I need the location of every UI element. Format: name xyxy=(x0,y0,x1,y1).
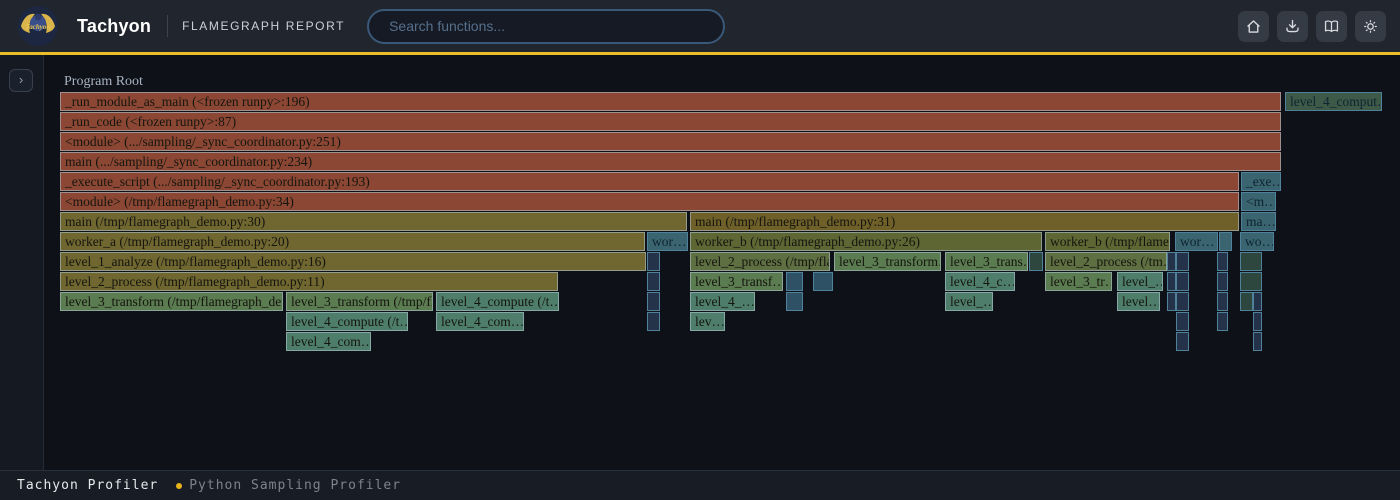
flame-bar[interactable] xyxy=(1167,272,1176,291)
flame-bar[interactable] xyxy=(1029,252,1043,271)
flame-bar[interactable]: level_4_com… xyxy=(436,312,524,331)
flame-bar[interactable] xyxy=(813,272,833,291)
flamegraph: _run_module_as_main (<frozen runpy>:196)… xyxy=(0,92,1400,362)
flame-bar[interactable]: <m… xyxy=(1241,192,1276,211)
flame-bar[interactable]: lev… xyxy=(690,312,725,331)
flame-bar[interactable] xyxy=(1253,292,1262,311)
status-bar: Tachyon Profiler Python Sampling Profile… xyxy=(0,470,1400,500)
flame-bar[interactable]: level_4_com… xyxy=(286,332,371,351)
header-divider xyxy=(167,15,168,37)
search-container xyxy=(367,9,725,44)
flame-bar[interactable]: worker_b (/tmp/flame… xyxy=(1045,232,1170,251)
flame-bar[interactable]: level_2_process (/tmp/fla… xyxy=(690,252,830,271)
report-type-label: FLAMEGRAPH REPORT xyxy=(182,19,345,33)
book-icon xyxy=(1323,18,1340,35)
docs-button[interactable] xyxy=(1316,11,1347,42)
flame-bar[interactable]: main (/tmp/flamegraph_demo.py:30) xyxy=(60,212,687,231)
flame-bar[interactable]: level_3_tr… xyxy=(1045,272,1112,291)
flame-bar[interactable] xyxy=(1167,252,1176,271)
svg-text:Tachyon: Tachyon xyxy=(26,23,51,31)
flame-bar[interactable]: level_4_c… xyxy=(945,272,1015,291)
flame-root-frame[interactable]: Program Root xyxy=(64,74,143,90)
flame-bar[interactable]: wor… xyxy=(647,232,688,251)
flame-bar[interactable]: level_4_… xyxy=(690,292,755,311)
flame-bar[interactable] xyxy=(1176,332,1189,351)
flame-bar[interactable] xyxy=(1240,252,1262,271)
flame-bar[interactable]: level… xyxy=(1117,292,1160,311)
flame-bar[interactable] xyxy=(786,272,803,291)
flame-bar[interactable] xyxy=(1176,252,1189,271)
flame-bar[interactable] xyxy=(647,252,660,271)
flame-bar[interactable]: level_4_compute (/t… xyxy=(436,292,559,311)
flame-bar[interactable]: level_3_trans… xyxy=(945,252,1028,271)
flame-bar[interactable]: worker_a (/tmp/flamegraph_demo.py:20) xyxy=(60,232,645,251)
download-icon xyxy=(1284,18,1301,35)
flame-bar[interactable]: worker_b (/tmp/flamegraph_demo.py:26) xyxy=(690,232,1042,251)
flame-bar[interactable]: level_3_transform… xyxy=(834,252,941,271)
flame-bar[interactable]: wo… xyxy=(1240,232,1274,251)
flame-bar[interactable] xyxy=(1167,292,1176,311)
toolbar xyxy=(1238,11,1386,42)
flame-bar[interactable]: _exe… xyxy=(1241,172,1281,191)
flame-bar[interactable]: _execute_script (.../sampling/_sync_coor… xyxy=(60,172,1239,191)
flame-bar[interactable] xyxy=(647,312,660,331)
flame-bar[interactable]: level_4_compute (/t… xyxy=(286,312,408,331)
flame-bar[interactable]: level_… xyxy=(1117,272,1163,291)
flame-bar[interactable] xyxy=(1219,232,1232,251)
flame-bar[interactable]: main (.../sampling/_sync_coordinator.py:… xyxy=(60,152,1281,171)
download-button[interactable] xyxy=(1277,11,1308,42)
flame-bar[interactable]: level_… xyxy=(945,292,993,311)
flame-bar[interactable] xyxy=(1176,292,1189,311)
status-dot-icon xyxy=(176,483,182,489)
accent-divider xyxy=(0,52,1400,55)
flame-bar[interactable]: level_3_transform (/tmp/fl… xyxy=(286,292,433,311)
tachyon-logo-icon: Tachyon xyxy=(18,6,58,46)
search-input[interactable] xyxy=(367,9,725,44)
home-icon xyxy=(1245,18,1262,35)
app-window: Tachyon Tachyon FLAMEGRAPH REPORT xyxy=(0,0,1400,500)
flame-bar[interactable]: level_3_transf… xyxy=(690,272,783,291)
flame-bar[interactable]: _run_code (<frozen runpy>:87) xyxy=(60,112,1281,131)
flame-bar[interactable] xyxy=(1217,292,1228,311)
flame-bar[interactable]: <module> (.../sampling/_sync_coordinator… xyxy=(60,132,1281,151)
flame-bar[interactable] xyxy=(647,272,660,291)
sidebar-expand-button[interactable]: › xyxy=(9,69,33,92)
flame-bar[interactable] xyxy=(1240,272,1262,291)
app-title: Tachyon xyxy=(77,16,151,37)
home-button[interactable] xyxy=(1238,11,1269,42)
flame-bar[interactable]: level_3_transform (/tmp/flamegraph_dem… xyxy=(60,292,283,311)
flame-bar[interactable] xyxy=(1217,272,1228,291)
flame-bar[interactable] xyxy=(1176,272,1189,291)
flame-bar[interactable] xyxy=(1176,312,1189,331)
flame-bar[interactable]: wor… xyxy=(1175,232,1218,251)
flame-bar[interactable] xyxy=(786,292,803,311)
flame-bar[interactable] xyxy=(1217,312,1228,331)
flame-bar[interactable]: level_2_process (/tm… xyxy=(1045,252,1167,271)
sun-icon xyxy=(1362,18,1379,35)
flame-bar[interactable]: main (/tmp/flamegraph_demo.py:31) xyxy=(690,212,1239,231)
flame-bar[interactable] xyxy=(1253,312,1262,331)
flame-bar[interactable]: <module> (/tmp/flamegraph_demo.py:34) xyxy=(60,192,1239,211)
flame-bar[interactable] xyxy=(1253,332,1262,351)
flame-bar[interactable] xyxy=(647,292,660,311)
flame-bar[interactable] xyxy=(1240,292,1253,311)
flame-bar[interactable]: _run_module_as_main (<frozen runpy>:196) xyxy=(60,92,1281,111)
flame-bar[interactable]: level_2_process (/tmp/flamegraph_demo.py… xyxy=(60,272,558,291)
flame-bar[interactable]: level_4_comput… xyxy=(1285,92,1382,111)
theme-toggle-button[interactable] xyxy=(1355,11,1386,42)
flame-bar[interactable]: level_1_analyze (/tmp/flamegraph_demo.py… xyxy=(60,252,646,271)
status-profiler-type: Python Sampling Profiler xyxy=(189,478,401,493)
top-bar: Tachyon Tachyon FLAMEGRAPH REPORT xyxy=(0,0,1400,52)
flame-bar[interactable] xyxy=(1217,252,1228,271)
status-app-name: Tachyon Profiler xyxy=(17,478,158,493)
flame-bar[interactable]: ma… xyxy=(1241,212,1276,231)
